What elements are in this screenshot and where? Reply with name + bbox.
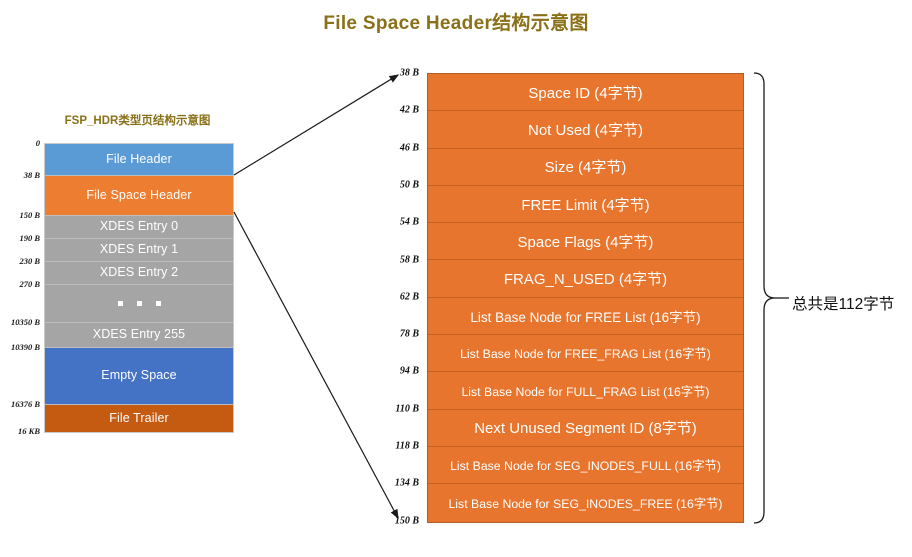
table-row: FREE Limit (4字节) bbox=[428, 185, 743, 224]
table-offset-42: 42 B bbox=[399, 104, 419, 116]
table-row: List Base Node for FREE List (16字节) bbox=[428, 297, 743, 336]
table-offset-46: 46 B bbox=[399, 142, 419, 154]
page-offset-150: 150 B bbox=[19, 210, 40, 220]
ellipsis-icon bbox=[117, 301, 161, 306]
page-block-file-trailer-label: File Trailer bbox=[109, 410, 169, 425]
table-row: Space ID (4字节) bbox=[428, 74, 743, 112]
field-label: List Base Node for SEG_INODES_FULL (16字节… bbox=[450, 459, 721, 474]
page-block-file-header-label: File Header bbox=[106, 151, 172, 166]
page-offset-10350: 10350 B bbox=[10, 317, 40, 327]
field-label: Not Used (4字节) bbox=[527, 121, 644, 139]
table-offset-118: 118 B bbox=[395, 440, 419, 452]
table-offset-54: 54 B bbox=[399, 216, 419, 228]
page-block-xdes-entry-255-label: XDES Entry 255 bbox=[92, 327, 186, 342]
page-block-file-space-header: File Space Header bbox=[45, 176, 233, 216]
arrow-bottom-connector bbox=[233, 211, 399, 520]
page-block-xdes-entry-255: XDES Entry 255 bbox=[45, 323, 233, 348]
page-block-xdes-ellipsis bbox=[45, 285, 233, 323]
page-block-empty-space-label: Empty Space bbox=[101, 368, 177, 383]
page-structure-stack: File Header File Space Header XDES Entry… bbox=[44, 143, 234, 433]
total-size-brace bbox=[753, 72, 789, 524]
table-offset-50: 50 B bbox=[399, 179, 419, 191]
field-label: FRAG_N_USED (4字节) bbox=[503, 271, 668, 289]
table-row: Size (4字节) bbox=[428, 148, 743, 186]
page-block-file-header: File Header bbox=[45, 144, 233, 176]
fsp-hdr-page-diagram: FSP_HDR类型页结构示意图 File Header File Space H… bbox=[0, 105, 250, 436]
page-block-xdes-entry-1-label: XDES Entry 1 bbox=[99, 242, 179, 257]
page-offset-270: 270 B bbox=[19, 279, 40, 289]
table-row: List Base Node for FULL_FRAG List (16字节) bbox=[428, 372, 743, 410]
page-block-xdes-entry-2-label: XDES Entry 2 bbox=[99, 265, 179, 280]
arrow-top-connector bbox=[233, 74, 400, 176]
field-label: List Base Node for FREE_FRAG List (16字节) bbox=[460, 347, 711, 362]
file-space-header-field-table: Space ID (4字节) Not Used (4字节) Size (4字节)… bbox=[427, 73, 744, 523]
table-offset-110: 110 B bbox=[395, 403, 419, 415]
page-title: File Space Header结构示意图 bbox=[323, 13, 589, 34]
field-label: FREE Limit (4字节) bbox=[521, 196, 650, 214]
page-block-xdes-entry-2: XDES Entry 2 bbox=[45, 262, 233, 285]
table-row: List Base Node for SEG_INODES_FREE (16字节… bbox=[428, 484, 743, 522]
table-offset-38: 38 B bbox=[399, 67, 419, 79]
table-row: List Base Node for FREE_FRAG List (16字节) bbox=[428, 335, 743, 373]
page-block-empty-space: Empty Space bbox=[45, 348, 233, 405]
page-offset-16376: 16376 B bbox=[10, 399, 40, 409]
field-label: Space Flags (4字节) bbox=[517, 233, 654, 251]
table-offset-94: 94 B bbox=[399, 365, 419, 377]
table-row: List Base Node for SEG_INODES_FULL (16字节… bbox=[428, 446, 743, 485]
page-offset-230: 230 B bbox=[19, 256, 40, 266]
total-size-label: 总共是112字节 bbox=[792, 296, 895, 313]
field-label: List Base Node for FREE List (16字节) bbox=[470, 309, 701, 325]
table-offset-150: 150 B bbox=[394, 515, 419, 527]
page-block-xdes-entry-1: XDES Entry 1 bbox=[45, 239, 233, 262]
table-offset-134: 134 B bbox=[394, 477, 419, 489]
page-offset-0: 0 bbox=[35, 138, 40, 148]
field-label: Next Unused Segment ID (8字节) bbox=[474, 420, 697, 438]
field-label: Space ID (4字节) bbox=[528, 84, 643, 102]
table-row: Not Used (4字节) bbox=[428, 111, 743, 149]
page-offset-16kb: 16 KB bbox=[18, 426, 40, 436]
table-row: Space Flags (4字节) bbox=[428, 223, 743, 261]
page-block-xdes-entry-0: XDES Entry 0 bbox=[45, 216, 233, 239]
page-offset-38: 38 B bbox=[23, 170, 40, 180]
table-row: Next Unused Segment ID (8字节) bbox=[428, 409, 743, 447]
table-offset-78: 78 B bbox=[399, 328, 419, 340]
table-offset-58: 58 B bbox=[399, 254, 419, 265]
table-offset-62: 62 B bbox=[399, 291, 419, 303]
table-row: FRAG_N_USED (4字节) bbox=[428, 260, 743, 298]
left-diagram-subtitle: FSP_HDR类型页结构示意图 bbox=[64, 115, 211, 127]
page-block-file-space-header-label: File Space Header bbox=[86, 187, 192, 202]
page-block-file-trailer: File Trailer bbox=[45, 405, 233, 432]
field-label: List Base Node for SEG_INODES_FREE (16字节… bbox=[448, 496, 723, 511]
field-label: List Base Node for FULL_FRAG List (16字节) bbox=[461, 384, 710, 399]
page-block-xdes-entry-0-label: XDES Entry 0 bbox=[99, 219, 179, 234]
page-offset-10390: 10390 B bbox=[10, 342, 40, 352]
page-offset-190: 190 B bbox=[19, 233, 40, 243]
field-label: Size (4字节) bbox=[544, 159, 627, 177]
